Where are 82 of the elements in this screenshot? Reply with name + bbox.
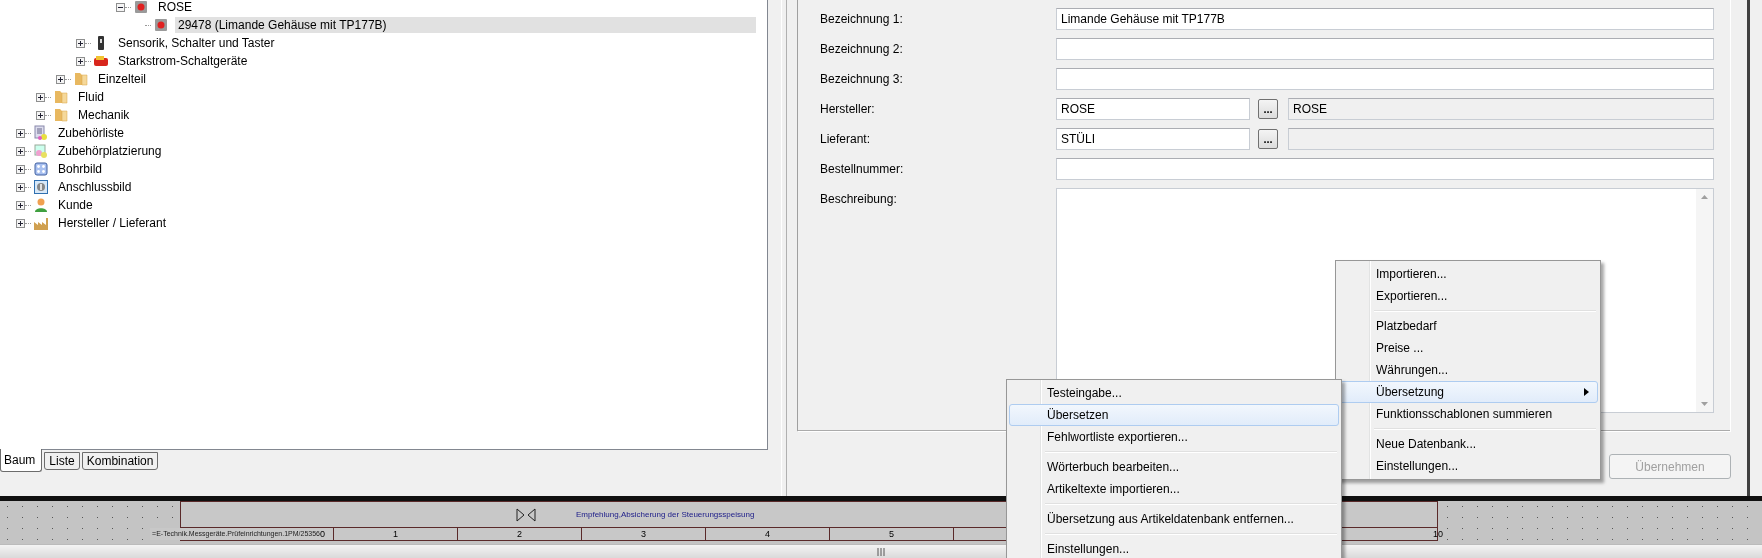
list-icon <box>33 125 49 141</box>
arrows-icon <box>516 507 536 522</box>
tree-item[interactable]: Zubehörplatzierung <box>55 143 165 159</box>
drill-pattern-icon <box>33 161 49 177</box>
column-number: 5 <box>889 529 894 540</box>
tree-item[interactable]: Kunde <box>55 197 96 213</box>
menu-item[interactable]: Artikeltexte importieren... <box>1009 478 1339 500</box>
scrollbar[interactable] <box>1696 189 1713 412</box>
field-label: Lieferant: <box>820 131 872 148</box>
tab[interactable]: Liste <box>44 452 80 470</box>
text-field[interactable] <box>1056 68 1714 90</box>
sheet-heading: Empfehlung,Absicherung der Steuerungsspeisung <box>576 510 755 520</box>
text-field[interactable]: ROSE <box>1056 98 1250 120</box>
terminal-icon <box>33 179 49 195</box>
tree-item[interactable]: Einzelteil <box>95 71 150 87</box>
menu-item[interactable]: Einstellungen... <box>1338 455 1598 477</box>
text-field[interactable] <box>1056 38 1714 60</box>
menu-item[interactable]: Funktionsschablonen summieren <box>1338 403 1598 425</box>
folder-icon <box>53 107 69 123</box>
folder-icon <box>53 89 69 105</box>
factory-icon <box>33 215 49 231</box>
menu-item[interactable]: Einstellungen... <box>1009 538 1339 558</box>
browse-button[interactable]: ... <box>1258 129 1278 149</box>
menu-item[interactable]: Importieren... <box>1338 263 1598 285</box>
expand-icon[interactable] <box>56 74 65 84</box>
expand-icon[interactable] <box>16 164 25 174</box>
field-label: Bezeichnung 3: <box>820 71 904 88</box>
expand-icon[interactable] <box>36 110 45 120</box>
contactor-icon <box>93 53 109 69</box>
column-number: 2 <box>517 529 522 540</box>
column-number: 0 <box>320 529 325 540</box>
text-field[interactable]: Limande Gehäuse mit TP177B <box>1056 8 1714 30</box>
field-label: Beschreibung: <box>820 191 898 208</box>
expand-icon[interactable] <box>16 182 25 192</box>
field-label: Bezeichnung 1: <box>820 11 904 28</box>
tree-item[interactable]: Anschlussbild <box>55 179 135 195</box>
tree-item[interactable]: Bohrbild <box>55 161 106 177</box>
tree-item[interactable]: Hersteller / Lieferant <box>55 215 170 231</box>
tree-item[interactable]: ROSE <box>155 0 195 15</box>
expand-icon[interactable] <box>16 218 25 228</box>
expand-icon[interactable] <box>76 38 85 48</box>
menu-item[interactable]: Platzbedarf <box>1338 315 1598 337</box>
expand-icon[interactable] <box>16 146 25 156</box>
tree-item[interactable]: Zubehörliste <box>55 125 128 141</box>
menu-item[interactable]: Preise ... <box>1338 337 1598 359</box>
expand-icon[interactable] <box>16 128 25 138</box>
menu-item[interactable]: Übersetzen <box>1009 404 1339 426</box>
scroll-grip-icon[interactable] <box>876 548 886 556</box>
column-number: 3 <box>641 529 646 540</box>
tree-item[interactable]: Fluid <box>75 89 107 105</box>
browse-button[interactable]: ... <box>1258 99 1278 119</box>
person-icon <box>33 197 49 213</box>
column-number: 4 <box>765 529 770 540</box>
text-field[interactable] <box>1056 158 1714 180</box>
placement-icon <box>33 143 49 159</box>
menu-item[interactable]: Währungen... <box>1338 359 1598 381</box>
menu-item[interactable]: Fehlwortliste exportieren... <box>1009 426 1339 448</box>
field-label: Hersteller: <box>820 101 876 118</box>
part-icon <box>133 0 149 15</box>
folder-icon <box>73 71 89 87</box>
menu-item[interactable]: Neue Datenbank... <box>1338 433 1598 455</box>
menu-item[interactable]: Exportieren... <box>1338 285 1598 307</box>
readonly-field[interactable]: ROSE <box>1288 98 1714 120</box>
readonly-field[interactable] <box>1288 128 1714 150</box>
menu-item[interactable]: Übersetzung aus Artikeldatenbank entfernen... <box>1009 508 1339 530</box>
tab[interactable]: Kombination <box>81 452 159 470</box>
text-field[interactable]: STÜLI <box>1056 128 1250 150</box>
tab[interactable]: Baum <box>0 449 43 472</box>
expand-icon[interactable] <box>16 200 25 210</box>
part-icon <box>153 17 169 33</box>
field-label: Bezeichnung 2: <box>820 41 904 58</box>
tree-item[interactable]: 29478 (Limande Gehäuse mit TP177B) <box>175 17 756 33</box>
menu-item[interactable]: Wörterbuch bearbeiten... <box>1009 456 1339 478</box>
menu-item[interactable]: Testeingabe... <box>1009 382 1339 404</box>
collapse-icon[interactable] <box>116 2 125 12</box>
tree-item[interactable]: Mechanik <box>75 107 133 123</box>
tree-item[interactable]: Starkstrom-Schaltgeräte <box>115 53 251 69</box>
tree-item[interactable]: Sensorik, Schalter und Taster <box>115 35 278 51</box>
field-label: Bestellnummer: <box>820 161 905 178</box>
column-number: 1 <box>393 529 398 540</box>
expand-icon[interactable] <box>36 92 45 102</box>
expand-icon[interactable] <box>76 56 85 66</box>
